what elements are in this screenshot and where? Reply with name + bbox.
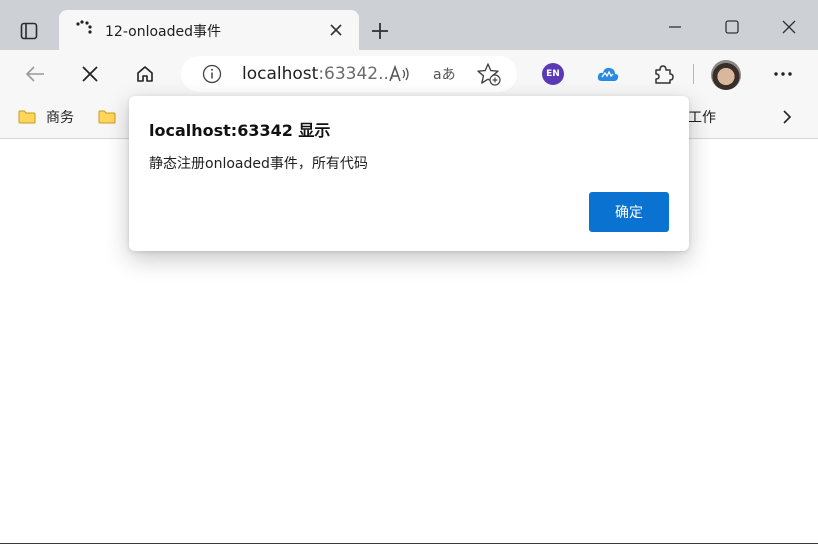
folder-icon: [98, 110, 116, 124]
stop-loading-button[interactable]: [78, 62, 102, 86]
bookmark-label: 工作: [688, 110, 716, 126]
profile-avatar[interactable]: [711, 60, 741, 90]
alert-dialog: localhost:63342 显示 静态注册onloaded事件，所有代码 确…: [129, 96, 689, 251]
back-button[interactable]: [23, 62, 47, 86]
bookmark-folder-work[interactable]: 工作: [688, 106, 716, 128]
back-arrow-icon: [25, 66, 44, 82]
site-info-icon[interactable]: [202, 64, 222, 84]
close-window-button[interactable]: [779, 17, 799, 37]
tab-actions-icon: [20, 22, 38, 40]
address-url[interactable]: localhost:63342...: [242, 64, 394, 84]
active-tab[interactable]: 12-onloaded事件: [59, 10, 359, 50]
stop-icon: [82, 66, 98, 82]
maximize-icon: [725, 20, 739, 34]
extensions-button[interactable]: [651, 62, 675, 86]
content-bottom-line: [0, 543, 818, 544]
bookmark-label: 商务: [46, 110, 74, 126]
more-favorites-button[interactable]: [775, 105, 799, 129]
cloud-icon: [597, 67, 619, 81]
toolbar-separator: [693, 64, 694, 84]
url-port: :63342...: [318, 64, 395, 84]
extension-en-button[interactable]: EN: [542, 63, 564, 85]
dialog-message: 静态注册onloaded事件，所有代码: [149, 156, 368, 172]
tab-actions-button[interactable]: [12, 17, 46, 45]
read-aloud-icon[interactable]: [388, 63, 412, 85]
tab-title: 12-onloaded事件: [105, 24, 221, 40]
navigation-toolbar: localhost:63342... aあ EN: [0, 50, 818, 98]
minimize-button[interactable]: [665, 17, 685, 37]
translate-icon[interactable]: aあ: [432, 63, 456, 85]
chevron-right-icon: [783, 110, 792, 124]
title-bar: 12-onloaded事件: [0, 0, 818, 50]
home-button[interactable]: [133, 62, 157, 86]
close-tab-icon[interactable]: [329, 23, 343, 37]
home-icon: [137, 66, 153, 82]
ok-button[interactable]: 确定: [589, 192, 669, 232]
url-host: localhost: [242, 64, 319, 84]
dialog-title: localhost:63342 显示: [149, 121, 331, 140]
folder-icon: [18, 110, 36, 124]
puzzle-icon: [655, 65, 674, 84]
extension-en-label: EN: [546, 69, 560, 79]
address-bar[interactable]: localhost:63342... aあ: [181, 56, 517, 92]
settings-more-button[interactable]: [771, 62, 795, 86]
add-favorite-icon[interactable]: [477, 62, 501, 86]
minimize-icon: [669, 26, 681, 28]
bookmark-folder-business[interactable]: 商务: [18, 106, 74, 128]
new-tab-icon[interactable]: [370, 21, 390, 41]
maximize-button[interactable]: [722, 17, 742, 37]
close-icon: [782, 20, 796, 34]
extension-cloud-button[interactable]: [596, 62, 620, 86]
svg-text:aあ: aあ: [433, 67, 456, 83]
more-dots-icon: [774, 72, 792, 76]
bookmark-folder-2[interactable]: [98, 106, 126, 128]
loading-spinner-icon: [76, 20, 92, 34]
